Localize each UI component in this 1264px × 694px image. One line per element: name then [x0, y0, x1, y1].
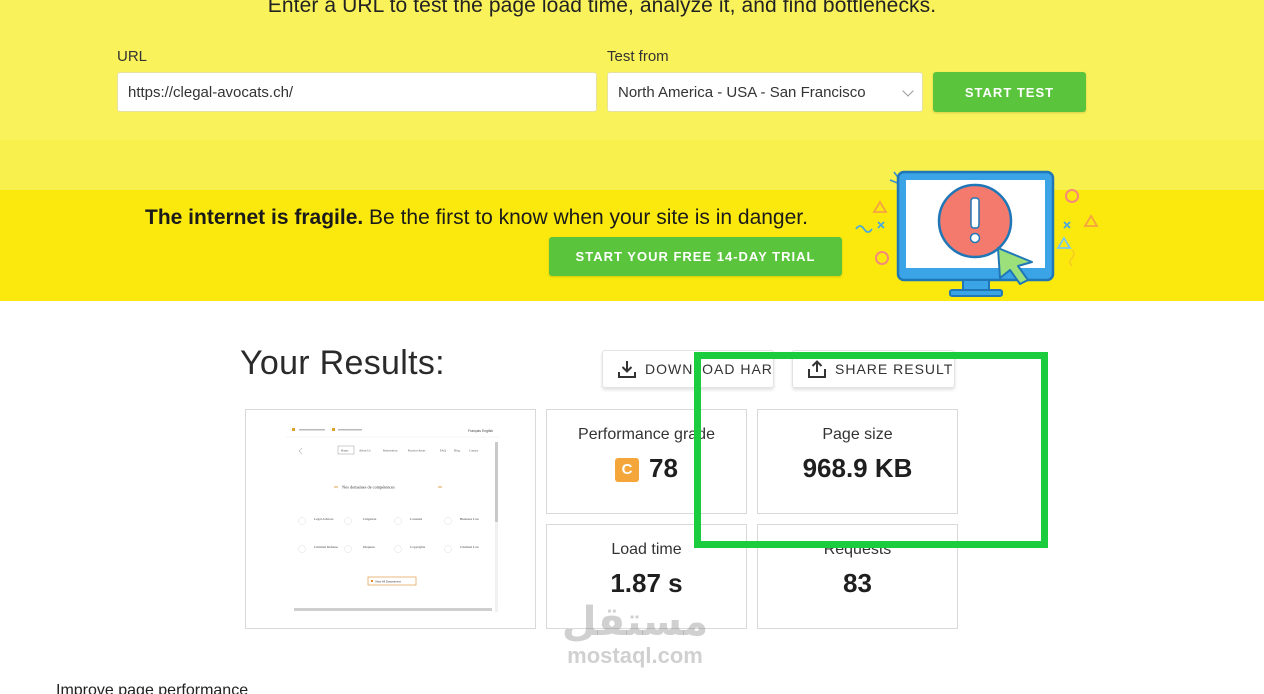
performance-score: 78 — [649, 453, 678, 483]
thumb-area-4: Business Law — [460, 517, 479, 521]
download-icon — [618, 361, 636, 378]
watermark-latin: mostaql.com — [567, 643, 703, 668]
test-location-select[interactable]: North America - USA - San Francisco — [607, 72, 923, 112]
watermark: مستقل mostaql.com — [550, 600, 720, 680]
thumb-button: View All Department — [375, 579, 401, 583]
test-from-label: Test from — [607, 48, 669, 65]
watermark-arabic: مستقل — [561, 599, 709, 645]
svg-text:Home About Us Rese: Home About Us Reservation Practice Areas… — [341, 449, 478, 453]
highlight-annotation-box — [694, 352, 1048, 548]
thumb-nav-reservation: Reservation — [383, 449, 398, 453]
page-screenshot-card[interactable]: Français English Home About Us Reservati… — [245, 409, 536, 629]
thumb-language: Français English — [468, 429, 493, 433]
requests-value: 83 — [843, 568, 872, 598]
free-trial-button[interactable]: START YOUR FREE 14-DAY TRIAL — [549, 237, 842, 276]
improve-performance-heading: Improve page performance — [56, 682, 249, 694]
load-time-value: 1.87 s — [610, 568, 683, 598]
thumb-area-1: Legal Advices — [314, 517, 334, 521]
url-input[interactable] — [117, 72, 597, 112]
monitoring-promo-banner: The internet is fragile. Be the first to… — [0, 170, 1264, 301]
hero-tagline: Enter a URL to test the page load time, … — [267, 0, 937, 17]
thumb-nav-contact: Contact — [469, 449, 478, 453]
promo-headline-rest: Be the first to know when your site is i… — [363, 206, 808, 229]
thumb-heading: Nos domaines de compétences — [342, 485, 395, 490]
grade-badge: C — [615, 458, 640, 482]
thumb-nav-about: About Us — [359, 449, 371, 453]
thumb-nav-blog: Blog — [454, 449, 460, 453]
thumb-area-2: Litigation — [363, 517, 377, 521]
thumb-area-6: Disputes — [363, 545, 376, 549]
thumb-area-3: Lawsuits — [410, 517, 423, 521]
promo-headline: The internet is fragile. Be the first to… — [145, 206, 808, 230]
thumb-area-7: Copyrights — [410, 545, 426, 549]
url-label: URL — [117, 48, 148, 65]
thumb-area-8: Criminal Law — [460, 545, 479, 549]
page-screenshot-thumbnail: Français English Home About Us Reservati… — [286, 424, 500, 614]
thumb-nav-practice: Practice Areas — [408, 449, 426, 453]
thumb-nav-home: Home — [341, 449, 349, 453]
results-title: Your Results: — [240, 344, 445, 382]
thumb-nav-faq: FAQ — [440, 449, 447, 453]
chevron-down-icon — [902, 85, 914, 97]
monitor-alert-illustration — [855, 170, 1099, 297]
start-test-button[interactable]: START TEST — [933, 72, 1086, 112]
test-location-value: North America - USA - San Francisco — [618, 84, 866, 101]
thumb-area-5: Criminal Defense — [314, 545, 339, 549]
promo-headline-bold: The internet is fragile. — [145, 206, 364, 229]
